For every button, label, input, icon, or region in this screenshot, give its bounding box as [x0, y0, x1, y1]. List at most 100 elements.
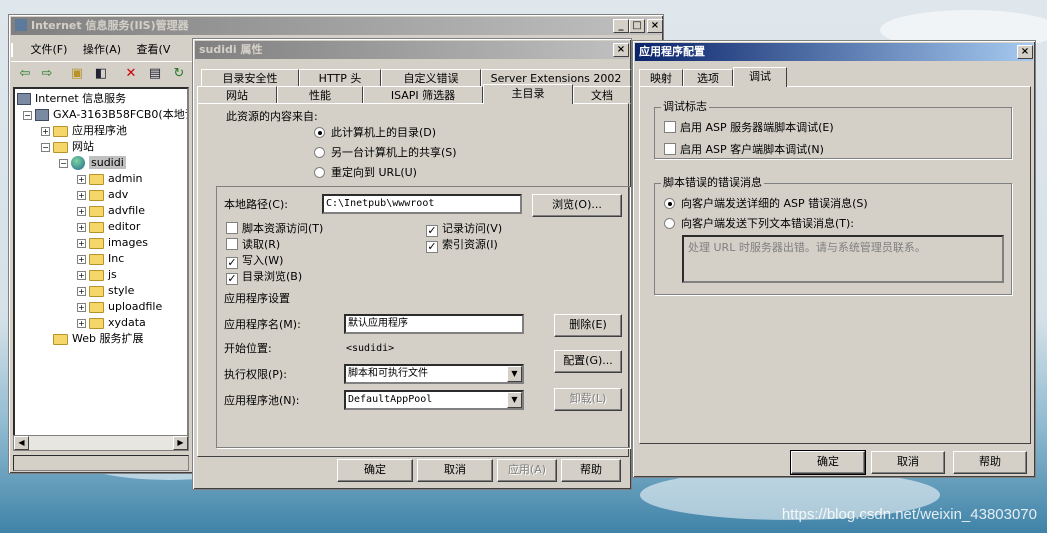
check-script-source[interactable]: 脚本资源访问(T) — [226, 222, 323, 236]
tree-item-site[interactable]: − sudidi — [59, 155, 126, 171]
tree-folder-item[interactable]: + js — [77, 267, 117, 283]
config-ok-button[interactable]: 确定 — [790, 450, 866, 475]
refresh-icon[interactable]: ↻ — [171, 66, 187, 82]
expand-icon[interactable]: + — [77, 222, 86, 232]
app-pool-select[interactable]: DefaultAppPool ▼ — [344, 390, 524, 410]
show-tree-icon[interactable]: ◧ — [93, 66, 109, 82]
tree-folder-item[interactable]: + adv — [77, 187, 128, 203]
website-globe-icon — [71, 156, 85, 170]
tree-folder-item[interactable]: + editor — [77, 219, 140, 235]
radio-network-share[interactable]: 另一台计算机上的共享(S) — [314, 146, 457, 160]
close-button[interactable]: × — [647, 19, 663, 33]
tree-item-app-pools[interactable]: + 应用程序池 — [41, 123, 127, 139]
expand-icon[interactable]: + — [77, 238, 86, 248]
radio-text-error[interactable]: 向客户端发送下列文本错误消息(T): — [664, 217, 854, 231]
check-client-debug[interactable]: 启用 ASP 客户端脚本调试(N) — [664, 143, 824, 157]
check-write[interactable]: ✓ 写入(W) — [226, 254, 283, 269]
minimize-button[interactable]: _ — [613, 19, 629, 33]
up-folder-icon[interactable]: ▣ — [69, 66, 85, 82]
check-read[interactable]: 读取(R) — [226, 238, 280, 252]
collapse-icon[interactable]: − — [59, 158, 68, 168]
properties-icon[interactable]: ▤ — [147, 66, 163, 82]
tab-performance[interactable]: 性能 — [277, 86, 363, 104]
scroll-right-icon[interactable]: ▶ — [173, 436, 188, 450]
ok-button[interactable]: 确定 — [337, 459, 413, 482]
help-button[interactable]: 帮助 — [561, 459, 621, 482]
exec-permission-label: 执行权限(P): — [224, 368, 287, 381]
expand-icon[interactable]: + — [77, 302, 86, 312]
tab-mappings[interactable]: 映射 — [639, 69, 683, 87]
tab-options[interactable]: 选项 — [683, 69, 733, 87]
radio-detailed-errors[interactable]: 向客户端发送详细的 ASP 错误消息(S) — [664, 197, 868, 211]
iis-title-bar[interactable]: Internet 信息服务(IIS)管理器 — [11, 17, 661, 35]
menu-file[interactable]: 文件(F) — [25, 39, 74, 59]
tab-isapi-filters[interactable]: ISAPI 筛选器 — [363, 86, 483, 104]
tree-folder-item[interactable]: + xydata — [77, 315, 146, 331]
remove-button[interactable]: 删除(E) — [554, 314, 622, 337]
app-config-close-button[interactable]: × — [1017, 45, 1033, 59]
folder-icon — [53, 333, 68, 345]
app-pool-label: 应用程序池(N): — [224, 394, 300, 407]
config-help-button[interactable]: 帮助 — [953, 451, 1027, 474]
config-cancel-button[interactable]: 取消 — [871, 451, 945, 474]
tab-documents[interactable]: 文档 — [573, 86, 631, 104]
app-config-title-bar[interactable]: 应用程序配置 — [635, 43, 1033, 61]
local-path-input[interactable]: C:\Inetpub\wwwroot — [322, 194, 522, 214]
radio-local-directory[interactable]: 此计算机上的目录(D) — [314, 126, 436, 140]
browse-button[interactable]: 浏览(O)... — [532, 194, 622, 217]
expand-icon[interactable]: + — [77, 174, 86, 184]
collapse-icon[interactable]: − — [41, 142, 50, 152]
horizontal-scrollbar[interactable]: ◀ ▶ — [13, 435, 189, 451]
tab-http-headers[interactable]: HTTP 头 — [299, 69, 381, 87]
app-name-input[interactable]: 默认应用程序 — [344, 314, 524, 334]
config-button[interactable]: 配置(G)... — [554, 350, 622, 373]
tree-folder-item[interactable]: + images — [77, 235, 148, 251]
tree-item-server[interactable]: − GXA-3163B58FCB0(本地计 — [23, 107, 187, 123]
tree-item-root[interactable]: Internet 信息服务 — [17, 91, 126, 107]
maximize-button[interactable]: □ — [629, 19, 645, 33]
expand-icon[interactable]: + — [41, 126, 50, 136]
tab-custom-errors[interactable]: 自定义错误 — [381, 69, 481, 87]
tab-home-directory[interactable]: 主目录 — [483, 84, 573, 104]
expand-icon[interactable]: + — [77, 318, 86, 328]
expand-icon[interactable]: + — [77, 270, 86, 280]
tab-debugging[interactable]: 调试 — [733, 67, 787, 87]
folder-icon — [89, 253, 104, 265]
check-server-debug[interactable]: 启用 ASP 服务器端脚本调试(E) — [664, 121, 834, 135]
error-text-area[interactable]: 处理 URL 时服务器出错。请与系统管理员联系。 — [682, 235, 1004, 283]
check-directory-browsing[interactable]: ✓ 目录浏览(B) — [226, 270, 302, 285]
expand-icon[interactable]: + — [77, 286, 86, 296]
cancel-button[interactable]: 取消 — [417, 459, 493, 482]
check-index-resource[interactable]: ✓ 索引资源(I) — [426, 238, 498, 253]
tree-folder-item[interactable]: + Inc — [77, 251, 124, 267]
scroll-left-icon[interactable]: ◀ — [14, 436, 29, 450]
tab-directory-security[interactable]: 目录安全性 — [201, 69, 299, 87]
dropdown-arrow-icon[interactable]: ▼ — [507, 392, 522, 408]
app-name-label: 应用程序名(M): — [224, 318, 301, 331]
expand-icon[interactable]: + — [77, 190, 86, 200]
collapse-icon[interactable]: − — [23, 110, 32, 120]
delete-icon[interactable]: ✕ — [123, 66, 139, 82]
tree-folder-item[interactable]: + style — [77, 283, 134, 299]
check-log-visits[interactable]: ✓ 记录访问(V) — [426, 222, 502, 237]
expand-icon[interactable]: + — [77, 206, 86, 216]
dropdown-arrow-icon[interactable]: ▼ — [507, 366, 522, 382]
tree-item-web-ext[interactable]: Web 服务扩展 — [53, 331, 143, 347]
start-value: <sudidi> — [346, 343, 395, 354]
menu-action[interactable]: 操作(A) — [77, 39, 127, 59]
tree-item-websites[interactable]: − 网站 — [41, 139, 94, 155]
tab-website[interactable]: 网站 — [197, 86, 277, 104]
apply-button[interactable]: 应用(A) — [497, 459, 557, 482]
tree-folder-item[interactable]: + advfile — [77, 203, 145, 219]
tree-folder-item[interactable]: + admin — [77, 171, 142, 187]
tree-folder-item[interactable]: + uploadfile — [77, 299, 162, 315]
exec-permission-select[interactable]: 脚本和可执行文件 ▼ — [344, 364, 524, 384]
unload-button[interactable]: 卸载(L) — [554, 388, 622, 411]
menu-view[interactable]: 查看(V — [131, 39, 177, 59]
expand-icon[interactable]: + — [77, 254, 86, 264]
properties-close-button[interactable]: × — [613, 43, 629, 57]
forward-arrow-icon[interactable]: ⇨ — [39, 66, 55, 82]
radio-redirect-url[interactable]: 重定向到 URL(U) — [314, 166, 417, 180]
back-arrow-icon[interactable]: ⇦ — [17, 66, 33, 82]
properties-title-bar[interactable]: sudidi 属性 — [195, 41, 629, 59]
